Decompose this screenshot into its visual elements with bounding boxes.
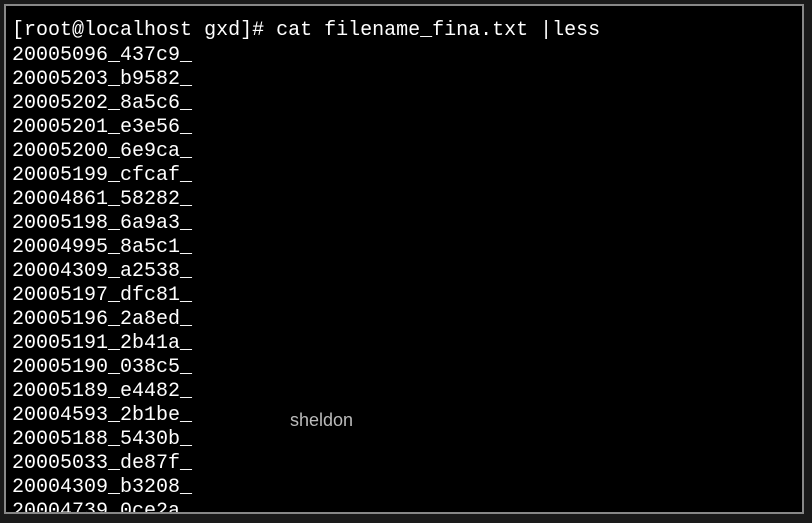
output-line: 20004593_2b1be_ [6, 404, 802, 428]
output-line: 20004309_a2538_ [6, 260, 802, 284]
output-line: 20005190_038c5_ [6, 356, 802, 380]
prompt-cwd: gxd [204, 19, 240, 42]
prompt-symbol: # [252, 19, 264, 42]
output-line: 20004739_0ce2a_ [6, 500, 802, 514]
output-line: 20005202_8a5c6_ [6, 92, 802, 116]
output-line: 20004861_58282_ [6, 188, 802, 212]
output-line: 20005189_e4482_ [6, 380, 802, 404]
output-line: 20005203_b9582_ [6, 68, 802, 92]
watermark-text: sheldon [290, 410, 353, 432]
output-line: 20005197_dfc81_ [6, 284, 802, 308]
prompt-open-bracket: [ [12, 19, 24, 42]
output-line: 20004995_8a5c1_ [6, 236, 802, 260]
output-line: 20005096_437c9_ [6, 44, 802, 68]
output-line: 20005191_2b41a_ [6, 332, 802, 356]
output-line: 20004309_b3208_ [6, 476, 802, 500]
prompt-close-bracket: ] [240, 19, 252, 42]
output-line: 20005198_6a9a3_ [6, 212, 802, 236]
output-line: 20005199_cfcaf_ [6, 164, 802, 188]
output-line: 20005188_5430b_ [6, 428, 802, 452]
output-line: 20005196_2a8ed_ [6, 308, 802, 332]
prompt-user-host: root@localhost [24, 19, 192, 42]
terminal-window[interactable]: [root@localhost gxd]# cat filename_fina.… [4, 4, 804, 514]
output-line: 20005200_6e9ca_ [6, 140, 802, 164]
prompt-line: [root@localhost gxd]# cat filename_fina.… [6, 18, 802, 44]
command-text: cat filename_fina.txt |less [276, 19, 600, 42]
output-line: 20005201_e3e56_ [6, 116, 802, 140]
output-line: 20005033_de87f_ [6, 452, 802, 476]
partial-previous-line [6, 4, 802, 8]
